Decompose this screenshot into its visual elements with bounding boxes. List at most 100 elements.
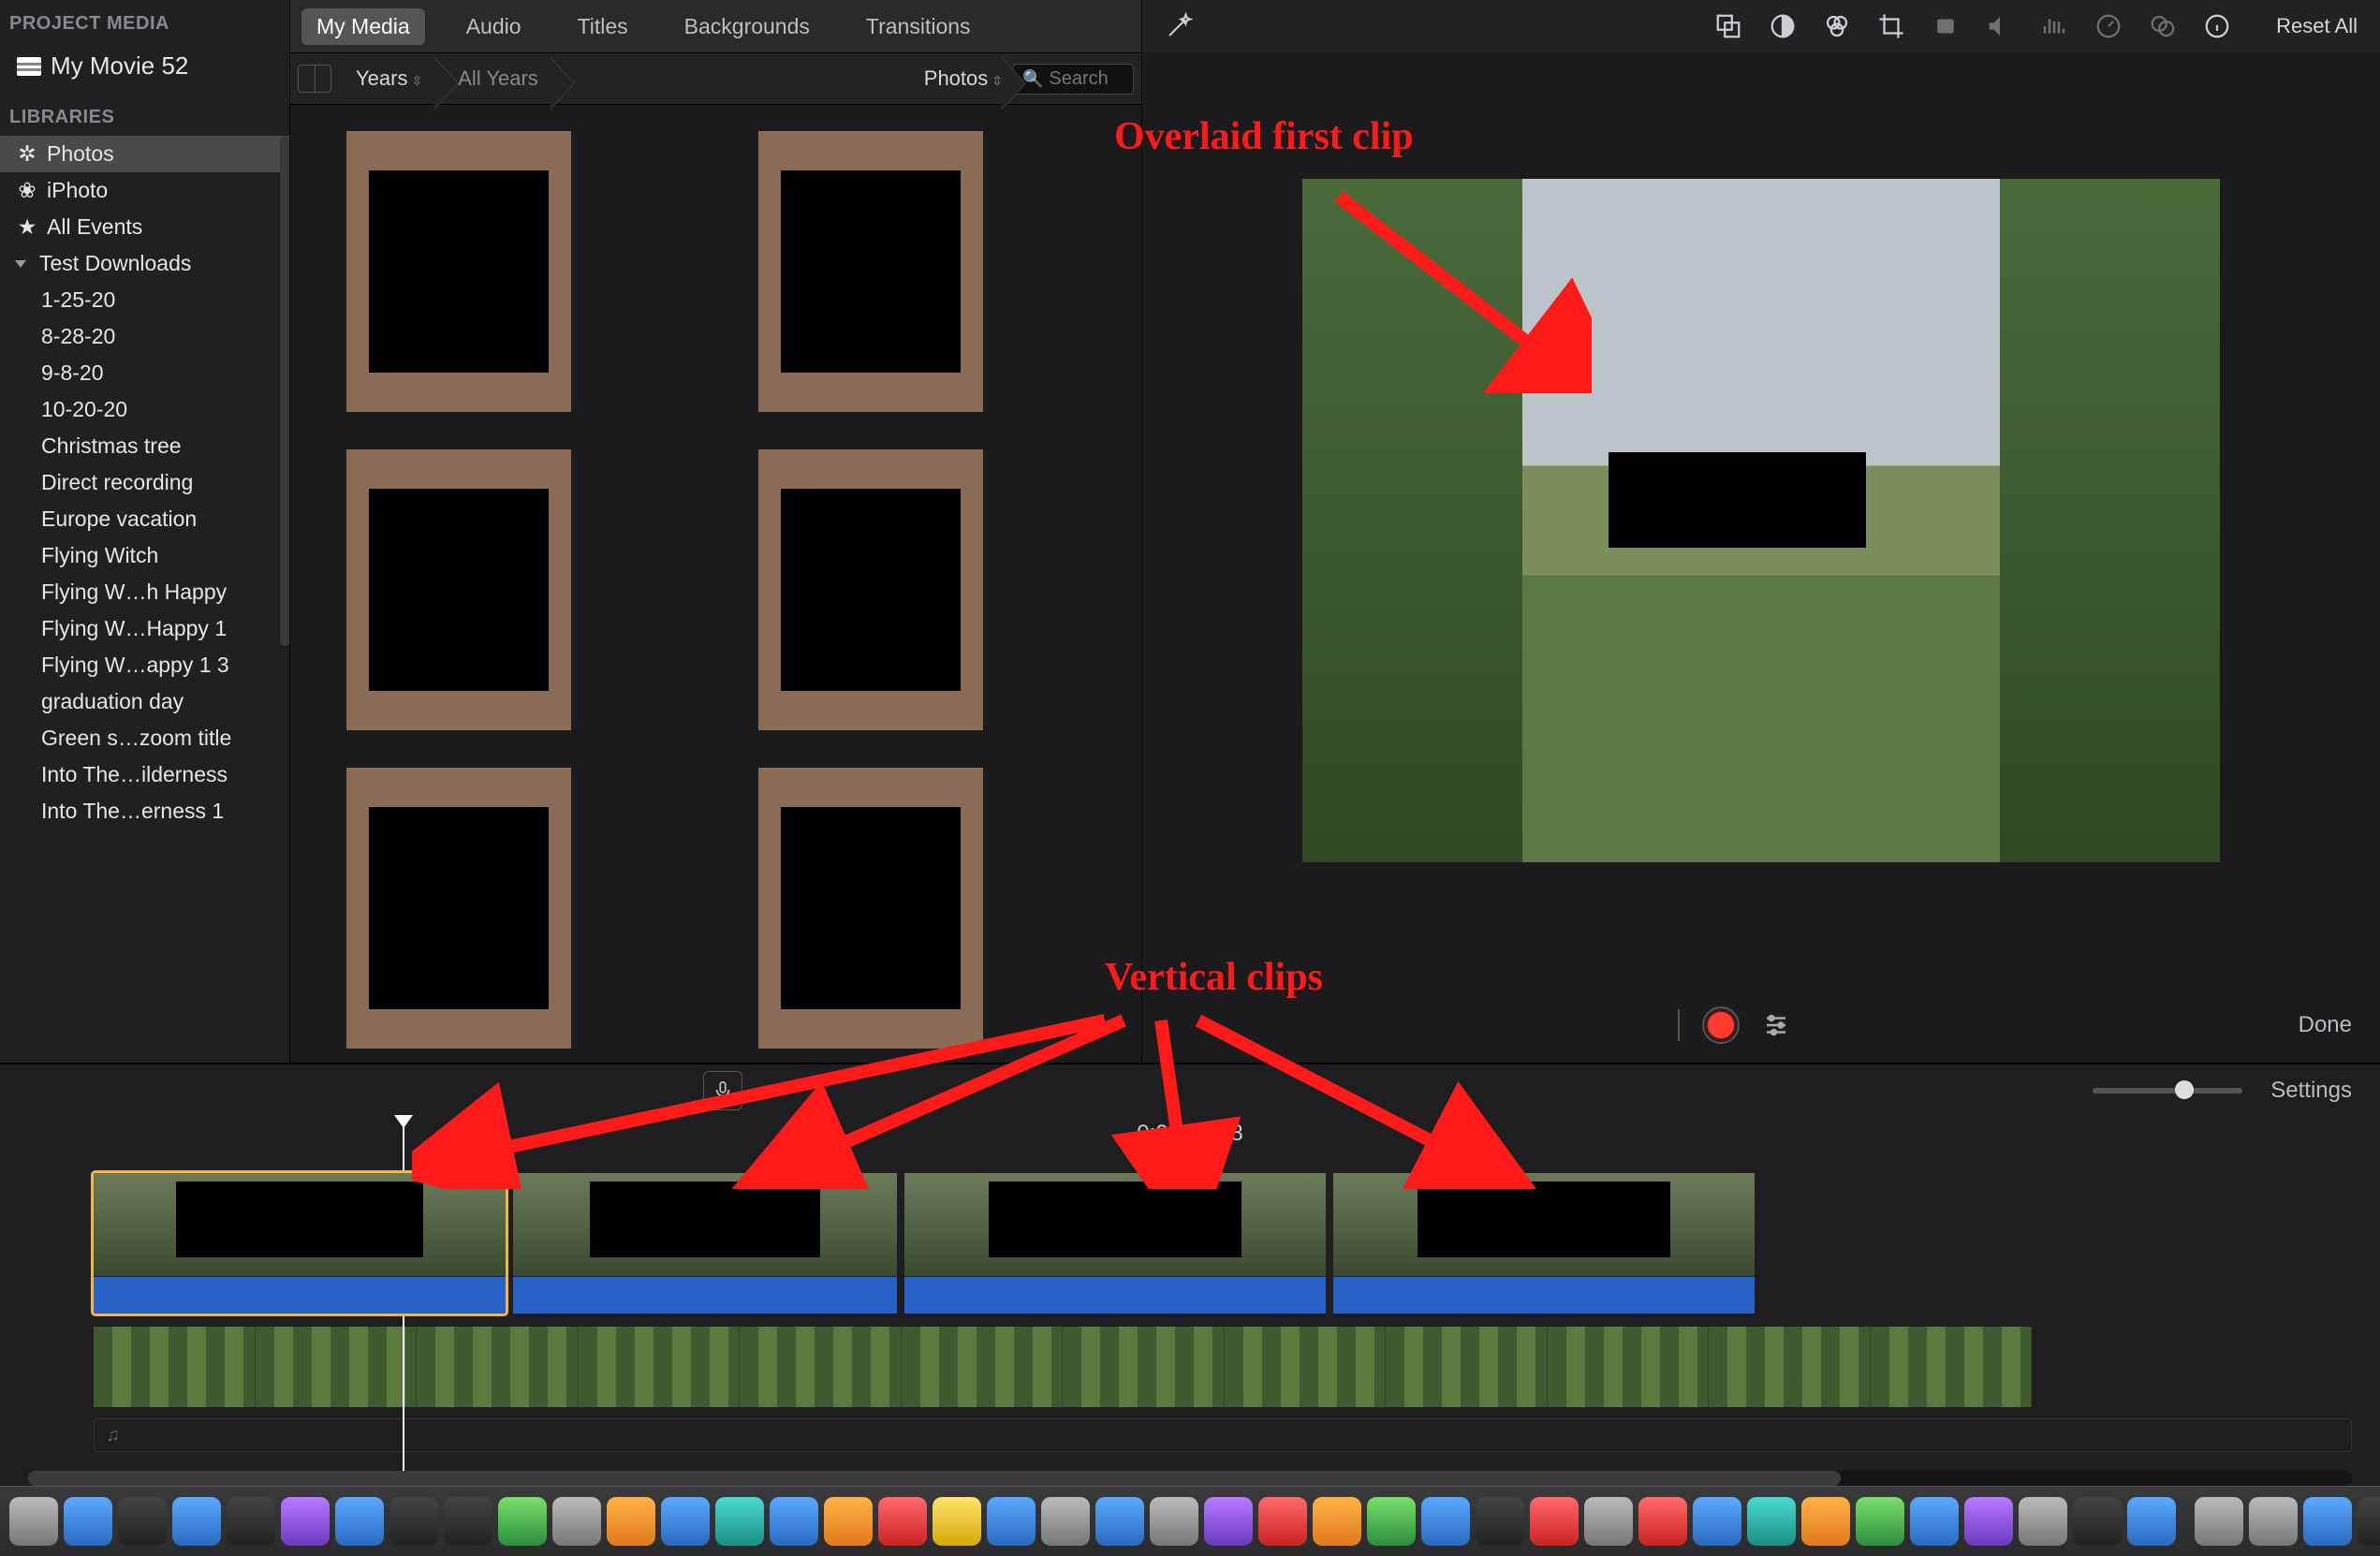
dock-app-icon[interactable] bbox=[1910, 1497, 1959, 1546]
tab-my-media[interactable]: My Media bbox=[301, 8, 425, 45]
dock-app-icon[interactable] bbox=[2249, 1497, 2298, 1546]
noise-reduction-icon[interactable] bbox=[2040, 12, 2068, 40]
dock-app-icon[interactable] bbox=[1041, 1497, 1090, 1546]
thumbnail[interactable] bbox=[758, 768, 983, 1049]
crumb-all-years[interactable]: All Years bbox=[445, 66, 561, 91]
zoom-knob[interactable] bbox=[2175, 1080, 2194, 1099]
sidebar-sub[interactable]: 1-25-20 bbox=[0, 282, 289, 318]
dock-app-icon[interactable] bbox=[389, 1497, 438, 1546]
dock-app-icon[interactable] bbox=[1095, 1497, 1144, 1546]
crop-icon[interactable] bbox=[1877, 12, 1905, 40]
dock-app-icon[interactable] bbox=[64, 1497, 112, 1546]
dock-app-icon[interactable] bbox=[2195, 1497, 2243, 1546]
sidebar-sub[interactable]: Green s…zoom title bbox=[0, 720, 289, 756]
dock-app-icon[interactable] bbox=[2358, 1497, 2380, 1546]
timeline-scrollbar[interactable] bbox=[28, 1471, 2352, 1486]
tab-titles[interactable]: Titles bbox=[563, 8, 643, 45]
dock-app-icon[interactable] bbox=[1313, 1497, 1361, 1546]
dock-app-icon[interactable] bbox=[1476, 1497, 1524, 1546]
record-button[interactable] bbox=[1702, 1006, 1740, 1044]
search-input[interactable] bbox=[1049, 68, 1124, 90]
sidebar-sub[interactable]: 9-8-20 bbox=[0, 355, 289, 391]
dock-app-icon[interactable] bbox=[1204, 1497, 1253, 1546]
project-title-row[interactable]: My Movie 52 bbox=[0, 42, 289, 94]
magic-wand-icon[interactable] bbox=[1165, 12, 1193, 40]
crumb-years[interactable]: Years⇳ bbox=[343, 66, 445, 91]
dock-app-icon[interactable] bbox=[1964, 1497, 2013, 1546]
dock-app-icon[interactable] bbox=[1638, 1497, 1687, 1546]
stabilize-icon[interactable] bbox=[1932, 12, 1960, 40]
dock-app-icon[interactable] bbox=[987, 1497, 1036, 1546]
filter-icon[interactable] bbox=[2149, 12, 2177, 40]
sidebar-sub[interactable]: Christmas tree bbox=[0, 428, 289, 464]
tab-transitions[interactable]: Transitions bbox=[851, 8, 986, 45]
clip-audio[interactable] bbox=[904, 1276, 1326, 1314]
color-balance-icon[interactable] bbox=[1769, 12, 1797, 40]
dock-app-icon[interactable] bbox=[824, 1497, 873, 1546]
info-icon[interactable] bbox=[2203, 12, 2231, 40]
search-box[interactable]: 🔍 bbox=[1012, 64, 1134, 95]
dock-app-icon[interactable] bbox=[2073, 1497, 2122, 1546]
sidebar-sub[interactable]: 10-20-20 bbox=[0, 391, 289, 428]
dock-app-icon[interactable] bbox=[9, 1497, 58, 1546]
dock-app-icon[interactable] bbox=[1150, 1497, 1198, 1546]
dock-app-icon[interactable] bbox=[1367, 1497, 1416, 1546]
dock-app-icon[interactable] bbox=[1856, 1497, 1904, 1546]
dock-app-icon[interactable] bbox=[1530, 1497, 1579, 1546]
dock-app-icon[interactable] bbox=[715, 1497, 764, 1546]
music-track[interactable]: ♫ bbox=[94, 1418, 2352, 1452]
sidebar-sub[interactable]: 8-28-20 bbox=[0, 318, 289, 355]
sidebar-item-iphoto[interactable]: ❀iPhoto bbox=[0, 172, 289, 209]
dock-app-icon[interactable] bbox=[2019, 1497, 2067, 1546]
thumbnail[interactable] bbox=[346, 768, 571, 1049]
sidebar-sub[interactable]: Flying Witch bbox=[0, 537, 289, 574]
overlay-icon[interactable] bbox=[1714, 12, 1742, 40]
dock-app-icon[interactable] bbox=[933, 1497, 981, 1546]
clip-audio[interactable] bbox=[94, 1276, 506, 1314]
dock-app-icon[interactable] bbox=[2303, 1497, 2352, 1546]
zoom-slider[interactable] bbox=[2093, 1088, 2242, 1094]
timeline-clip[interactable] bbox=[1333, 1173, 1755, 1314]
sidebar-scrollbar[interactable] bbox=[280, 136, 289, 646]
sidebar-sub[interactable]: Europe vacation bbox=[0, 501, 289, 537]
dock-app-icon[interactable] bbox=[118, 1497, 167, 1546]
dock-app-icon[interactable] bbox=[607, 1497, 655, 1546]
sidebar-sub[interactable]: Into The…erness 1 bbox=[0, 793, 289, 829]
dock-app-icon[interactable] bbox=[335, 1497, 384, 1546]
voiceover-options-icon[interactable] bbox=[1762, 1011, 1790, 1039]
thumbnail[interactable] bbox=[758, 449, 983, 730]
crumb-photos[interactable]: Photos⇳ bbox=[911, 66, 1012, 91]
primary-storyline[interactable] bbox=[94, 1327, 2032, 1407]
dock-app-icon[interactable] bbox=[1693, 1497, 1741, 1546]
sidebar-item-folder[interactable]: Test Downloads bbox=[0, 245, 289, 282]
sidebar-sub[interactable]: Into The…ilderness bbox=[0, 756, 289, 793]
clip-audio[interactable] bbox=[1333, 1276, 1755, 1314]
timeline-clip[interactable] bbox=[513, 1173, 897, 1314]
thumbnail[interactable] bbox=[346, 131, 571, 412]
dock-app-icon[interactable] bbox=[281, 1497, 330, 1546]
dock-app-icon[interactable] bbox=[1421, 1497, 1470, 1546]
sidebar-sub[interactable]: Flying W…appy 1 3 bbox=[0, 647, 289, 683]
volume-icon[interactable] bbox=[1986, 12, 2014, 40]
speed-icon[interactable] bbox=[2094, 12, 2123, 40]
dock-app-icon[interactable] bbox=[878, 1497, 927, 1546]
dock-app-icon[interactable] bbox=[1747, 1497, 1796, 1546]
timeline-clip[interactable] bbox=[904, 1173, 1326, 1314]
sidebar-sub[interactable]: Direct recording bbox=[0, 464, 289, 501]
timeline-tracks[interactable]: 4.0s ♫ bbox=[0, 1117, 2380, 1471]
dock-app-icon[interactable] bbox=[498, 1497, 547, 1546]
settings-button[interactable]: Settings bbox=[2270, 1078, 2352, 1104]
sidebar-sub[interactable]: Flying W…h Happy bbox=[0, 574, 289, 610]
dock-app-icon[interactable] bbox=[1801, 1497, 1850, 1546]
tab-backgrounds[interactable]: Backgrounds bbox=[669, 8, 825, 45]
timeline-clip[interactable]: 4.0s bbox=[94, 1173, 506, 1314]
viewer-canvas[interactable] bbox=[1142, 52, 2380, 988]
sidebar-sub[interactable]: Flying W…Happy 1 bbox=[0, 610, 289, 647]
tab-audio[interactable]: Audio bbox=[451, 8, 536, 45]
sidebar-item-photos[interactable]: ✲Photos bbox=[0, 136, 289, 172]
sidebar-sub[interactable]: graduation day bbox=[0, 683, 289, 720]
voiceover-button[interactable] bbox=[703, 1071, 742, 1110]
scrollbar-thumb[interactable] bbox=[28, 1471, 1841, 1486]
dock-app-icon[interactable] bbox=[661, 1497, 710, 1546]
thumbnail[interactable] bbox=[346, 449, 571, 730]
